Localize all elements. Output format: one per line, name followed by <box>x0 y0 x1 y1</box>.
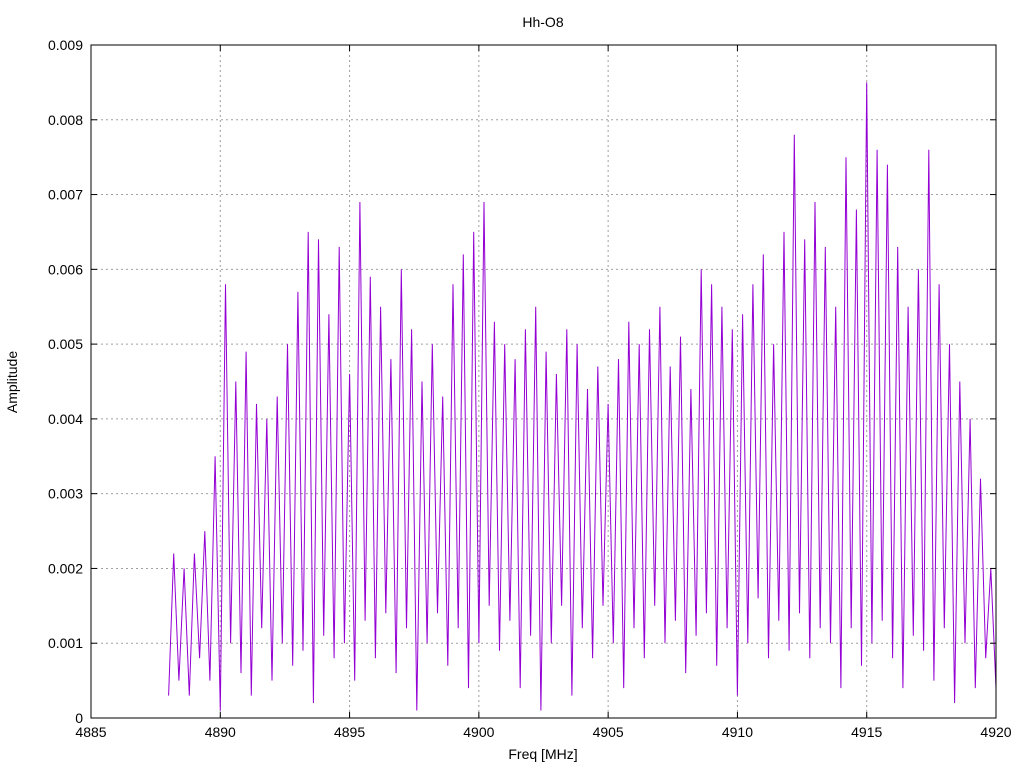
x-tick-label: 4900 <box>463 724 494 740</box>
chart-container: 4885 4890 4895 4900 4905 4910 4915 4920 0 0.001 0.… <box>0 0 1024 768</box>
y-tick-label: 0.002 <box>48 560 83 576</box>
y-tick-label: 0.001 <box>48 635 83 651</box>
x-axis-label: Freq [MHz] <box>508 746 577 762</box>
y-tick-label: 0.003 <box>48 486 83 502</box>
x-tick-label: 4920 <box>980 724 1011 740</box>
y-tick-label: 0.006 <box>48 261 83 277</box>
y-tick-label: 0.007 <box>48 187 83 203</box>
x-tick-label: 4885 <box>75 724 106 740</box>
x-tick-label: 4905 <box>593 724 624 740</box>
y-axis-label: Amplitude <box>4 351 20 413</box>
y-tick-label: 0.008 <box>48 112 83 128</box>
x-tick-label: 4915 <box>851 724 882 740</box>
chart-title: Hh-O8 <box>522 14 563 30</box>
amplitude-series-line <box>168 82 997 711</box>
y-tick-label: 0 <box>75 710 83 726</box>
x-tick-label: 4895 <box>334 724 365 740</box>
amplitude-frequency-chart: 4885 4890 4895 4900 4905 4910 4915 4920 0 0.001 0.… <box>4 14 1012 762</box>
y-tick-label: 0.009 <box>48 37 83 53</box>
series-layer <box>168 82 997 711</box>
x-tick-label: 4890 <box>205 724 236 740</box>
y-tick-label: 0.005 <box>48 336 83 352</box>
x-tick-label: 4910 <box>722 724 753 740</box>
y-tick-label: 0.004 <box>48 411 83 427</box>
